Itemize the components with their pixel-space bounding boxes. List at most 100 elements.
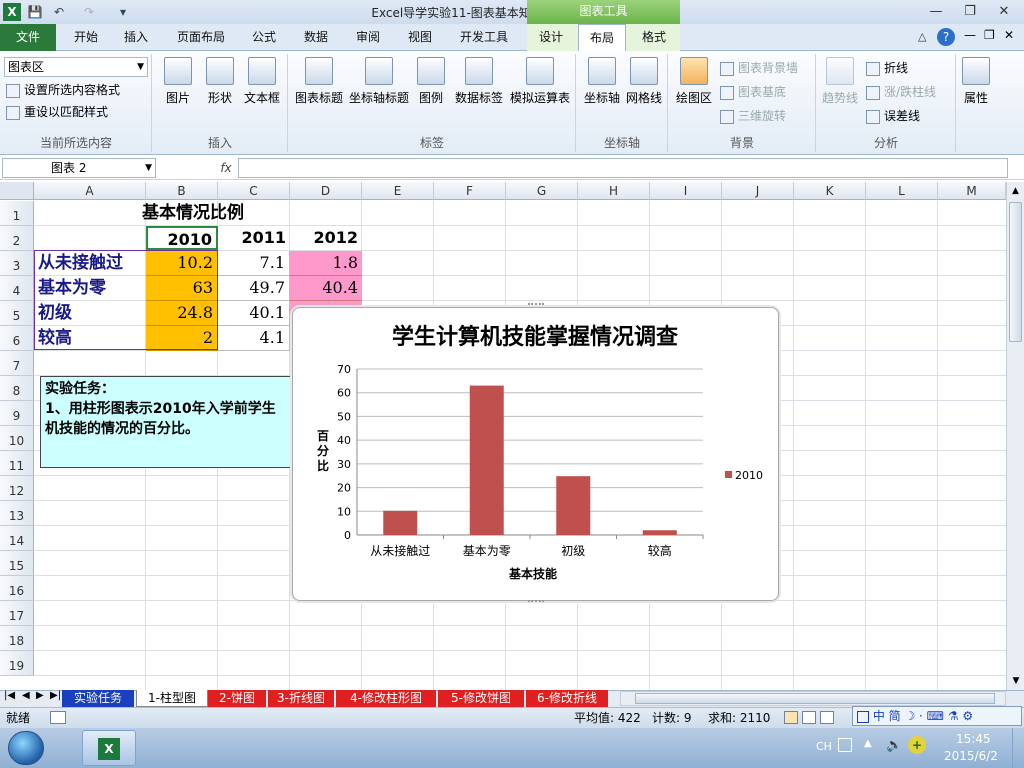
- value-2011[interactable]: 4.1: [218, 326, 290, 351]
- show-hidden-icons[interactable]: ▲: [864, 738, 872, 749]
- value-2010[interactable]: 10.2: [146, 251, 218, 276]
- clock-time[interactable]: 15:45: [956, 732, 991, 746]
- column-header-k[interactable]: K: [794, 182, 866, 200]
- minimize-ribbon-icon[interactable]: △: [918, 30, 926, 43]
- column-header-g[interactable]: G: [506, 182, 578, 200]
- row-header-4[interactable]: 4: [0, 276, 34, 301]
- volume-icon[interactable]: 🔈: [886, 738, 902, 753]
- year-2010-header[interactable]: 2010: [146, 226, 218, 250]
- show-desktop-button[interactable]: [1012, 728, 1024, 768]
- row-header-7[interactable]: 7: [0, 351, 34, 376]
- tab-home[interactable]: 开始: [62, 24, 110, 51]
- column-header-m[interactable]: M: [938, 182, 1006, 200]
- legend-label[interactable]: 2010: [735, 469, 763, 482]
- column-chart[interactable]: 学生计算机技能掌握情况调查 基本技能 百分比 0 10 20 30 40 50 60 70 从未…: [293, 308, 778, 600]
- insert-shapes-button[interactable]: 形状: [198, 57, 242, 106]
- restore-icon[interactable]: ❐: [958, 3, 982, 21]
- data-table-button[interactable]: 模拟运算表: [508, 57, 572, 106]
- column-header-b[interactable]: B: [146, 182, 218, 200]
- ime-toolbar[interactable]: 中 简 ☽ · ⌨ ⚗ ⚙: [852, 706, 1022, 726]
- value-2010[interactable]: 2: [146, 326, 218, 351]
- column-header-a[interactable]: A: [34, 182, 146, 200]
- insert-function-icon[interactable]: fx: [216, 158, 236, 178]
- reset-style-button[interactable]: 重设以匹配样式: [6, 102, 108, 122]
- row-header-3[interactable]: 3: [0, 251, 34, 276]
- legend-button[interactable]: 图例: [412, 57, 450, 106]
- chart-resize-handle-top[interactable]: [528, 303, 544, 307]
- value-2012[interactable]: 1.8: [290, 251, 362, 276]
- tab-page-layout[interactable]: 页面布局: [168, 24, 234, 51]
- column-header-d[interactable]: D: [290, 182, 362, 200]
- chart-element-dropdown[interactable]: 图表区 ▼: [4, 57, 148, 77]
- row-label[interactable]: 从未接触过: [34, 251, 146, 276]
- macro-record-icon[interactable]: [50, 711, 66, 724]
- minimize-icon[interactable]: —: [924, 3, 948, 21]
- row-header-6[interactable]: 6: [0, 326, 34, 351]
- row-header-18[interactable]: 18: [0, 626, 34, 651]
- column-header-f[interactable]: F: [434, 182, 506, 200]
- normal-view-icon[interactable]: [784, 711, 798, 724]
- value-2010[interactable]: 24.8: [146, 301, 218, 326]
- value-2010[interactable]: 63: [146, 276, 218, 301]
- x-axis-title[interactable]: 基本技能: [508, 566, 557, 581]
- bar-3[interactable]: [642, 530, 677, 535]
- sheet-tab-modify-line[interactable]: 6-修改折线: [526, 690, 608, 707]
- value-2011[interactable]: 7.1: [218, 251, 290, 276]
- tab-file[interactable]: 文件: [0, 24, 56, 51]
- chart-resize-handle-bottom[interactable]: [528, 600, 544, 604]
- trendline-button[interactable]: 趋势线: [818, 57, 862, 106]
- sheet-tab-bar-chart[interactable]: 1-柱型图: [136, 690, 208, 707]
- row-label[interactable]: 较高: [34, 326, 146, 351]
- row-header-5[interactable]: 5: [0, 301, 34, 326]
- row-header-9[interactable]: 9: [0, 401, 34, 426]
- sheet-nav-last-icon[interactable]: ▶|: [50, 690, 61, 701]
- task-box[interactable]: 实验任务： 1、用柱形图表示2010年入学前学生 机技能的情况的百分比。: [40, 376, 300, 468]
- bar-1[interactable]: [469, 385, 504, 535]
- sheet-tab-pie[interactable]: 2-饼图: [208, 690, 266, 707]
- tab-review[interactable]: 审阅: [344, 24, 392, 51]
- tab-insert[interactable]: 插入: [112, 24, 160, 51]
- vertical-scrollbar[interactable]: ▲ ▼: [1006, 182, 1024, 690]
- bar-2[interactable]: [556, 476, 591, 535]
- tab-developer[interactable]: 开发工具: [452, 24, 516, 51]
- sheet-tab-modify-bar[interactable]: 4-修改柱形图: [336, 690, 436, 707]
- clock-date[interactable]: 2015/6/2: [944, 749, 998, 763]
- row-header-11[interactable]: 11: [0, 451, 34, 476]
- select-all-corner[interactable]: [0, 182, 34, 200]
- scroll-up-icon[interactable]: ▲: [1007, 182, 1024, 200]
- row-header-2[interactable]: 2: [0, 226, 34, 251]
- column-header-h[interactable]: H: [578, 182, 650, 200]
- bar-0[interactable]: [383, 510, 418, 535]
- language-indicator[interactable]: CH: [816, 740, 832, 753]
- row-header-19[interactable]: 19: [0, 651, 34, 676]
- help-icon[interactable]: ?: [937, 28, 955, 46]
- chart-title-button[interactable]: 图表标题: [292, 57, 346, 106]
- column-header-c[interactable]: C: [218, 182, 290, 200]
- taskbar-excel-icon[interactable]: X: [82, 730, 136, 766]
- title-cell[interactable]: 基本情况比例: [138, 201, 298, 225]
- workbook-restore-icon[interactable]: ❐: [984, 28, 995, 42]
- value-2011[interactable]: 49.7: [218, 276, 290, 301]
- h-scroll-thumb[interactable]: [635, 693, 995, 704]
- scroll-thumb[interactable]: [1009, 202, 1022, 342]
- column-header-i[interactable]: I: [650, 182, 722, 200]
- row-header-15[interactable]: 15: [0, 551, 34, 576]
- sheet-nav-next-icon[interactable]: ▶: [36, 690, 44, 701]
- chart-wall-button[interactable]: 图表背景墙: [720, 58, 798, 78]
- workbook-minimize-icon[interactable]: —: [964, 28, 976, 42]
- year-2012-header[interactable]: 2012: [290, 226, 362, 250]
- row-header-14[interactable]: 14: [0, 526, 34, 551]
- axes-button[interactable]: 坐标轴: [580, 57, 624, 106]
- column-header-e[interactable]: E: [362, 182, 434, 200]
- error-bars-button[interactable]: 误差线: [866, 106, 920, 126]
- tab-view[interactable]: 视图: [396, 24, 444, 51]
- page-break-view-icon[interactable]: [820, 711, 834, 724]
- tab-format[interactable]: 格式: [630, 24, 678, 51]
- add-network-icon[interactable]: +: [908, 736, 926, 754]
- row-header-8[interactable]: 8: [0, 376, 34, 401]
- value-2011[interactable]: 40.1: [218, 301, 290, 326]
- row-label[interactable]: 基本为零: [34, 276, 146, 301]
- chart-object[interactable]: 学生计算机技能掌握情况调查 基本技能 百分比 0 10 20 30 40 50 60 70 从未…: [292, 307, 779, 601]
- updown-bars-button[interactable]: 涨/跌柱线: [866, 82, 936, 102]
- year-2011-header[interactable]: 2011: [218, 226, 290, 250]
